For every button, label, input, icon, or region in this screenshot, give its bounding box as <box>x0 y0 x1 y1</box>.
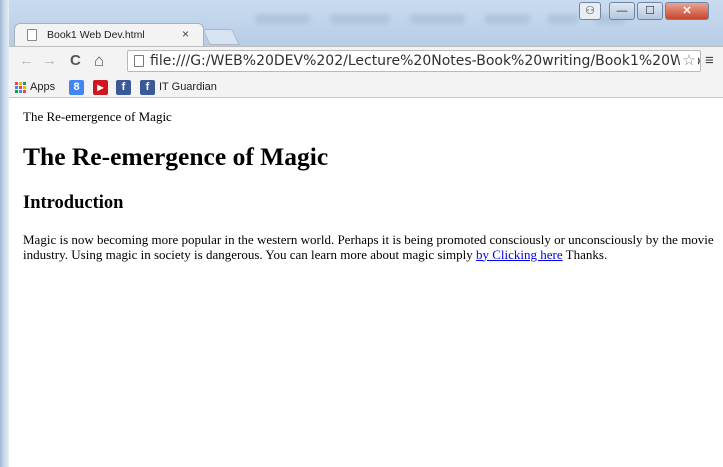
browser-tab[interactable]: Book1 Web Dev.html × <box>14 23 204 46</box>
background-ribbon-blur <box>485 14 530 24</box>
bookmark-star-icon[interactable]: ☆ <box>680 51 698 71</box>
facebook-icon: f <box>116 79 131 95</box>
back-arrow-icon[interactable]: ← <box>19 52 34 70</box>
bookmark-label: IT Guardian <box>159 81 217 93</box>
page-heading: The Re-emergence of Magic <box>23 142 329 171</box>
maximize-button[interactable]: ☐ <box>637 2 663 20</box>
youtube-icon: ▶ <box>93 79 108 95</box>
forward-arrow-icon[interactable]: → <box>42 52 57 70</box>
bookmark-apps[interactable]: Apps <box>15 79 55 95</box>
paragraph-text: Magic is now becoming more popular in th… <box>23 232 714 262</box>
user-profile-button[interactable]: ⚇ <box>579 2 601 20</box>
page-title-text: The Re-emergence of Magic <box>23 109 172 124</box>
click-here-link[interactable]: by Clicking here <box>476 247 563 262</box>
google-icon: 8 <box>69 79 84 95</box>
menu-icon[interactable]: ≡ <box>705 52 714 69</box>
browser-toolbar: ← → C ⌂ file:///G:/WEB%20DEV%202/Lecture… <box>9 46 723 76</box>
background-ribbon-blur <box>548 14 578 24</box>
section-heading: Introduction <box>23 193 124 213</box>
bookmark-facebook[interactable]: f <box>116 79 131 95</box>
background-ribbon-blur <box>330 14 390 24</box>
address-bar[interactable]: file:///G:/WEB%20DEV%202/Lecture%20Notes… <box>127 50 701 72</box>
home-icon[interactable]: ⌂ <box>94 52 104 70</box>
minimize-button[interactable]: — <box>609 2 635 20</box>
page-icon <box>27 29 37 41</box>
reload-icon[interactable]: C <box>70 52 81 70</box>
page-content: The Re-emergence of Magic The Re-emergen… <box>9 98 723 467</box>
window-titlebar: Book1 Web Dev.html × ⚇ — ☐ ✕ <box>0 0 723 46</box>
paragraph-text-end: Thanks. <box>562 246 608 262</box>
tab-close-icon[interactable]: × <box>182 27 189 41</box>
url-text[interactable]: file:///G:/WEB%20DEV%202/Lecture%20Notes… <box>150 53 700 69</box>
window-left-border <box>0 0 9 467</box>
bookmark-it-guardian[interactable]: f IT Guardian <box>140 79 217 95</box>
facebook-icon: f <box>140 79 155 95</box>
window-controls: ⚇ — ☐ ✕ <box>579 2 709 22</box>
apps-grid-icon <box>15 81 26 93</box>
page-icon <box>134 55 144 67</box>
bookmarks-bar: Apps 8 ▶ f f IT Guardian <box>9 76 723 98</box>
bookmark-google[interactable]: 8 <box>69 79 84 95</box>
bookmark-youtube[interactable]: ▶ <box>93 79 108 95</box>
new-tab-button[interactable] <box>202 29 240 45</box>
bookmark-label: Apps <box>30 81 56 93</box>
close-window-button[interactable]: ✕ <box>665 2 709 20</box>
intro-paragraph: Magic is now becoming more popular in th… <box>23 232 723 262</box>
background-ribbon-blur <box>255 14 310 24</box>
tab-title: Book1 Web Dev.html <box>47 29 145 41</box>
background-ribbon-blur <box>410 14 465 24</box>
